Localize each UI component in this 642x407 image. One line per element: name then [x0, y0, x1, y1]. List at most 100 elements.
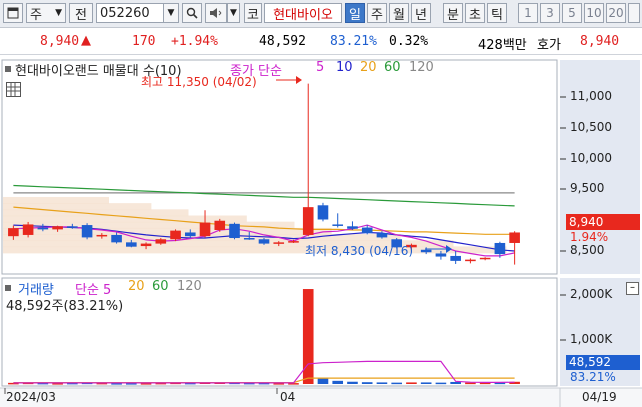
interval-1[interactable]: 1: [518, 3, 538, 23]
bid-price: 8,940: [580, 34, 620, 49]
period-tab-minute[interactable]: 분: [443, 3, 463, 23]
volume-info: 48,592주(83.21%): [6, 299, 124, 314]
volume-ma-legend-60[interactable]: 60: [152, 279, 169, 294]
date-label-end: 04/19: [582, 390, 617, 404]
volume-bar: [391, 382, 402, 385]
stock-code-value: 052260: [100, 5, 150, 21]
candle-up: [140, 243, 152, 247]
candle-up: [155, 239, 167, 244]
volume-axis-label: 2,000K: [570, 287, 613, 301]
company-tag[interactable]: 코: [244, 3, 262, 23]
ma-legend-5[interactable]: 5: [316, 60, 324, 75]
period-tab-week[interactable]: 주: [367, 3, 387, 23]
candle-down: [243, 238, 255, 240]
candle-up: [199, 222, 211, 237]
candle-down: [258, 239, 270, 244]
speaker-dropdown-icon[interactable]: ▼: [227, 3, 240, 23]
high-arrow-head: [296, 76, 302, 84]
current-price-tag-value: 8,940: [569, 215, 604, 229]
period-tab-month[interactable]: 월: [389, 3, 409, 23]
interval-20[interactable]: 20: [606, 3, 626, 23]
grid-table-icon[interactable]: [6, 82, 21, 97]
volume-profile-bar: [3, 227, 332, 235]
period-tab-day[interactable]: 일: [345, 3, 365, 23]
date-label-april: 04: [280, 390, 296, 404]
volume-axis-label: 1,000K: [570, 332, 613, 346]
speaker-icon: [210, 8, 222, 18]
period-tab-second[interactable]: 초: [465, 3, 485, 23]
candle-down: [494, 242, 506, 255]
volume-ratio: 83.21%: [330, 34, 377, 49]
volume-value: 48,592: [259, 34, 306, 49]
search-icon: [186, 7, 198, 19]
price-axis-label: 8,500: [570, 243, 605, 257]
candle-down: [435, 253, 447, 257]
market-select-value: 주: [30, 7, 42, 23]
ma-legend-10[interactable]: 10: [336, 60, 353, 75]
volume-ma-legend-120[interactable]: 120: [177, 279, 202, 294]
chevron-down-icon: ▼: [55, 8, 62, 18]
mode-button[interactable]: 전: [69, 3, 93, 23]
candle-down: [229, 223, 240, 239]
interval-3[interactable]: 3: [540, 3, 560, 23]
volume-profile: [3, 196, 507, 254]
volume-bar: [347, 381, 358, 384]
candle-down: [67, 226, 78, 228]
chart-canvas[interactable]: [0, 58, 642, 407]
candle-down: [420, 249, 432, 253]
candle-up: [479, 257, 491, 260]
volume-ma-legend-20[interactable]: 20: [128, 279, 145, 294]
candle-down: [332, 224, 344, 226]
candle-up: [302, 207, 314, 235]
current-price: 8,940: [40, 34, 80, 49]
volume-pct-tag: 83.21%: [570, 370, 616, 384]
date-axis-bg: [0, 388, 642, 407]
chart-area[interactable]: 현대바이오랜드 매물대 수(10) 종가 단순 5 10 20 60 120 최…: [0, 58, 642, 407]
interval-5[interactable]: 5: [562, 3, 582, 23]
candle-down: [317, 205, 329, 220]
price-up-arrow: ▲: [81, 33, 91, 48]
speaker-button[interactable]: [205, 3, 227, 23]
code-dropdown-icon[interactable]: ▼: [163, 3, 179, 23]
candle-down: [347, 226, 358, 229]
scroll-toggle-button[interactable]: –: [626, 282, 639, 295]
ma-legend-20[interactable]: 20: [360, 60, 377, 75]
interval-10[interactable]: 10: [584, 3, 604, 23]
candle-up: [465, 259, 476, 262]
volume-moving-averages: [13, 360, 515, 384]
current-price-tag: 8,940: [566, 214, 640, 230]
period-tab-year[interactable]: 년: [411, 3, 431, 23]
toolbar-overflow-button[interactable]: [628, 3, 640, 23]
high-price-label: 최고 11,350 (04/02): [141, 75, 257, 89]
window-menu-icon[interactable]: [3, 3, 23, 23]
volume-bar: [406, 382, 417, 384]
trade-amount: 428백만: [478, 38, 527, 53]
candle-down: [450, 255, 461, 261]
search-button[interactable]: [182, 3, 202, 23]
turnover-rate: 0.32%: [389, 34, 429, 49]
volume-ma5-line: [13, 360, 515, 384]
candle-down: [376, 233, 388, 238]
date-label-start: 2024/03: [6, 390, 56, 404]
ma-legend-60[interactable]: 60: [384, 60, 401, 75]
volume-bar: [435, 382, 447, 385]
current-pct-tag: 1.94%: [570, 230, 609, 244]
ma-legend-120[interactable]: 120: [409, 60, 434, 75]
period-tab-tick[interactable]: 틱: [487, 3, 507, 23]
company-name[interactable]: 현대바이오: [264, 3, 342, 23]
volume-tag: 48,592: [566, 355, 640, 370]
market-select[interactable]: 주 ▼: [26, 3, 66, 23]
price-axis-label: 10,000: [570, 151, 612, 165]
volume-profile-bar: [3, 196, 109, 204]
candle-down: [111, 234, 122, 243]
price-axis-label: 11,000: [570, 89, 612, 103]
candle-up: [273, 242, 285, 244]
candle-down: [37, 227, 49, 230]
volume-bar: [332, 380, 344, 384]
price-change-pct: +1.94%: [171, 34, 218, 49]
candle-down: [184, 232, 196, 237]
candle-up: [214, 220, 226, 230]
volume-profile-bar: [3, 203, 152, 211]
volume-tag-value: 48,592: [569, 355, 611, 369]
volume-ma20-line: [13, 377, 515, 384]
